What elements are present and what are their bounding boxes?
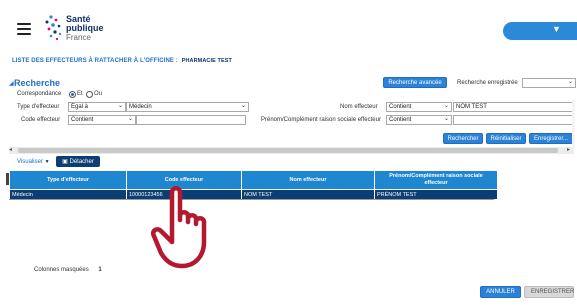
search-section-title: Recherche <box>14 78 61 88</box>
detach-button-label: Détacher <box>69 159 94 165</box>
hidden-columns-label: Colonnes masquées <box>34 267 89 273</box>
firstname-operator-value: Contient <box>389 117 412 123</box>
scrollbar-thumb[interactable] <box>18 148 558 153</box>
name-operator-select[interactable]: Contient ⌄ <box>386 102 452 112</box>
radio-and[interactable] <box>69 91 76 98</box>
logo-line2: publique <box>66 23 104 33</box>
scroll-left-icon[interactable]: ◂ <box>9 146 12 153</box>
chevron-down-icon: ⌄ <box>117 103 123 109</box>
cancel-button[interactable]: ANNULER <box>480 286 521 298</box>
officine-name: PHARMACIE TEST <box>181 58 232 64</box>
chevron-down-icon: ⌄ <box>240 103 246 109</box>
menu-icon[interactable] <box>17 23 31 38</box>
nom-effecteur-label: Nom effecteur <box>340 104 378 110</box>
search-button[interactable]: Rechercher <box>443 133 483 144</box>
code-effecteur-label: Code effecteur <box>21 117 61 123</box>
radio-and-label: Et <box>77 91 83 97</box>
cell-type: Médecin <box>9 189 127 200</box>
chevron-down-icon: ⌄ <box>127 116 133 122</box>
saved-search-select[interactable]: ⌄ <box>522 78 576 88</box>
vertical-scrollbar[interactable] <box>572 100 575 148</box>
column-header-firstname[interactable]: Prénom/Complément raison sociale effecte… <box>374 170 498 190</box>
chevron-down-icon: ⌄ <box>443 116 449 122</box>
grid-bottom-border <box>9 199 494 200</box>
table-row[interactable]: Médecin 10000123456 NOM TEST PRÉNOM TEST <box>9 189 498 200</box>
chevron-down-icon: ⌄ <box>567 79 573 85</box>
pointer-hand-cursor-icon <box>151 186 207 269</box>
collapse-arrow-icon[interactable]: ◢ <box>9 80 14 87</box>
type-effecteur-label: Type d'effecteur <box>17 104 60 110</box>
chevron-down-icon: ⌄ <box>443 103 449 109</box>
save-button[interactable]: ENREGISTRER <box>524 286 574 298</box>
prenom-label: Prénom/Complément raison sociale effecte… <box>261 117 381 123</box>
code-input[interactable] <box>136 115 246 125</box>
code-operator-value: Contient <box>71 117 94 123</box>
saved-search-label: Recherche enregistrée <box>457 80 518 86</box>
view-menu-label: Visualiser <box>17 159 43 165</box>
page-title-text: LISTE DES EFFECTEURS À RATTACHER À L'OFF… <box>12 58 178 64</box>
detach-icon: ▣ <box>62 159 68 165</box>
page-title: LISTE DES EFFECTEURS À RATTACHER À L'OFF… <box>12 58 232 64</box>
type-operator-value: Égal à <box>71 104 89 110</box>
firstname-operator-select[interactable]: Contient ⌄ <box>386 115 452 125</box>
column-header-name[interactable]: Nom effecteur <box>241 170 375 190</box>
column-header-type[interactable]: Type d'effecteur <box>9 170 127 190</box>
code-operator-select[interactable]: Contient ⌄ <box>68 115 136 125</box>
firstname-input[interactable] <box>453 115 574 125</box>
type-value-select[interactable]: Médecin ⌄ <box>126 102 249 112</box>
results-table: Type d'effecteur Code effecteur Nom effe… <box>9 170 498 200</box>
scroll-right-icon[interactable]: ▸ <box>567 146 570 153</box>
view-menu[interactable]: Visualiser ▼ <box>17 159 50 165</box>
cell-name: NOM TEST <box>241 189 375 200</box>
chevron-down-icon: ▼ <box>552 24 561 34</box>
cell-firstname: PRÉNOM TEST <box>374 189 498 200</box>
user-menu-button[interactable]: ▼ <box>503 22 577 40</box>
type-value: Médecin <box>129 104 152 110</box>
logo-text: Santé publique France <box>66 15 104 43</box>
name-operator-value: Contient <box>389 104 412 110</box>
save-search-button[interactable]: Enregistrer... <box>529 133 573 144</box>
radio-or[interactable] <box>86 91 93 98</box>
detach-button[interactable]: ▣ Détacher <box>56 156 100 167</box>
type-operator-select[interactable]: Égal à ⌄ <box>68 102 126 112</box>
logo-line3: France <box>66 33 91 42</box>
name-input[interactable]: NOM TEST <box>453 102 574 112</box>
caret-down-icon: ▼ <box>44 159 50 165</box>
radio-or-label: Ou <box>94 91 103 97</box>
table-header-row: Type d'effecteur Code effecteur Nom effe… <box>9 170 498 190</box>
name-input-value: NOM TEST <box>456 104 487 110</box>
hidden-columns-info: Colonnes masquées 1 <box>34 267 102 273</box>
reset-button[interactable]: Réinitialiser <box>486 133 526 144</box>
hidden-columns-count[interactable]: 1 <box>98 267 101 273</box>
advanced-search-button[interactable]: Recherche avancée <box>383 77 447 88</box>
correspondence-label: Correspondance <box>17 91 62 97</box>
